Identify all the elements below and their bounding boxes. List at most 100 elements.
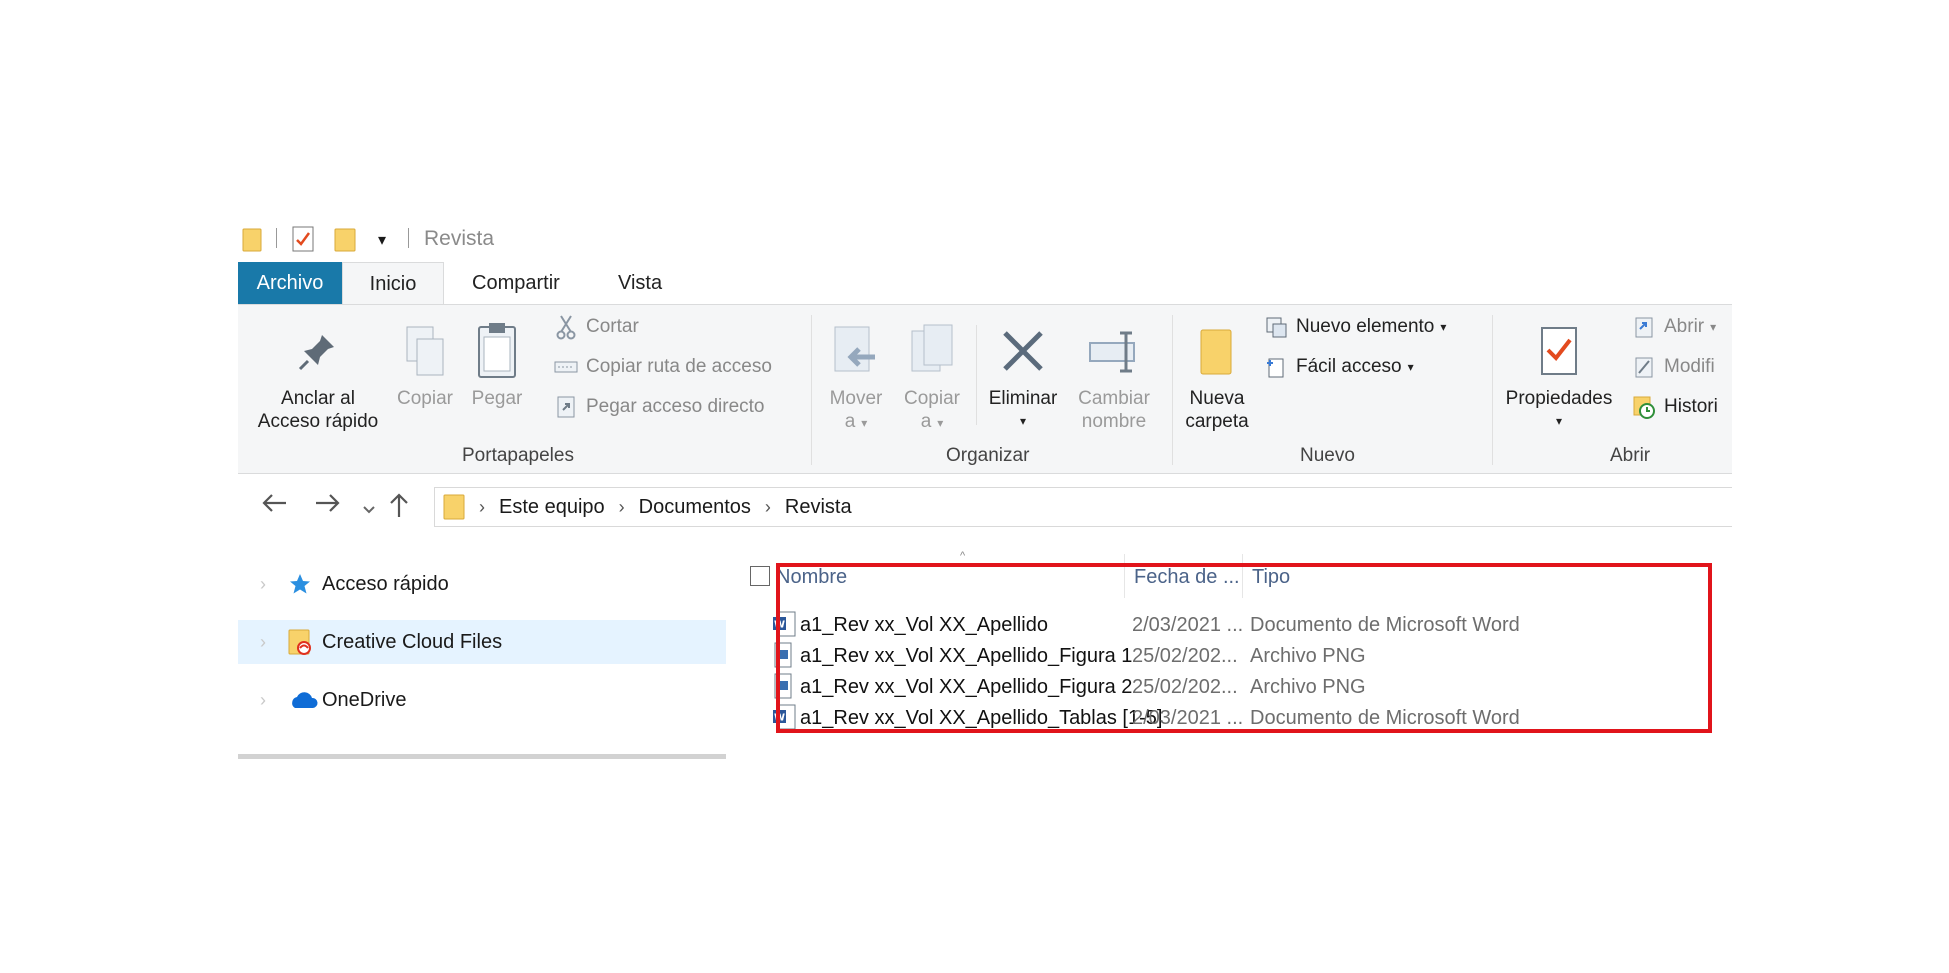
clipboard-icon [466,319,528,383]
nav-pane-scrollbar[interactable] [238,754,726,759]
file-name: a1_Rev xx_Vol XX_Apellido_Figura 2 [800,676,1133,698]
column-header-name[interactable]: Nombre [776,566,847,589]
tab-compartir[interactable]: Compartir [450,262,582,304]
tab-archivo[interactable]: Archivo [238,262,342,304]
copy-to-button[interactable]: Copiar a ▾ [898,319,966,435]
file-date: 2/03/2021 ... [1132,614,1244,636]
tab-vista[interactable]: Vista [596,262,684,304]
nav-item-onedrive[interactable]: › OneDrive [238,678,726,722]
copy-path-label: Copiar ruta de acceso [586,356,772,377]
breadcrumb-separator: › [479,496,485,517]
separator [276,228,277,248]
file-name: a1_Rev xx_Vol XX_Apellido_Tablas [1-5] [800,707,1163,729]
file-date: 25/02/202... [1132,676,1238,698]
new-folder-button[interactable]: Nueva carpeta [1178,319,1256,433]
properties-quick-icon[interactable] [292,226,314,257]
breadcrumb-separator: › [764,496,771,517]
properties-button[interactable]: Propiedades ▾ [1500,319,1618,433]
move-to-label-line1: Mover [829,388,883,409]
ribbon-panel: Anclar al Acceso rápido Copiar Pegar Cor… [238,304,1732,474]
folder-icon [443,493,465,521]
rename-label-line1: Cambiar [1078,388,1150,409]
breadcrumb-documentos[interactable]: Documentos [639,496,751,519]
copy-to-icon [898,319,966,383]
breadcrumb-revista[interactable]: Revista [785,496,852,519]
easy-access-icon [1264,355,1288,379]
nav-item-quick-access[interactable]: › Acceso rápido [238,562,726,606]
copy-button[interactable]: Copiar [390,319,460,410]
column-divider[interactable] [1242,554,1243,598]
open-button[interactable]: Abrir ▾ [1632,315,1716,339]
copy-to-label-line2: a ▾ [920,411,944,432]
pin-label-line1: Anclar al [281,388,355,409]
group-separator [1172,315,1173,465]
address-bar[interactable]: › Este equipo › Documentos › Revista [434,487,1732,527]
new-item-icon [1264,315,1288,339]
chevron-right-icon[interactable]: › [238,574,288,595]
nav-item-label: Acceso rápido [322,572,449,595]
pin-label-line2: Acceso rápido [257,411,379,432]
sort-ascending-icon: ^ [960,550,966,562]
navigation-pane: › Acceso rápido › Creative Cloud Files ›… [238,554,726,764]
chevron-right-icon[interactable]: › [238,632,288,653]
new-folder-label-line2: carpeta [1185,411,1249,432]
ribbon-tabs: Archivo Inicio Compartir Vista [238,262,1732,306]
svg-text:W: W [774,620,785,631]
forward-arrow-icon[interactable] [314,491,342,522]
edit-icon [1632,355,1656,379]
creative-cloud-folder-icon [288,628,322,656]
move-to-button[interactable]: Mover a ▾ [824,319,888,435]
group-label-nuevo: Nuevo [1300,445,1355,466]
file-type: Archivo PNG [1250,676,1366,698]
pin-icon [252,319,384,383]
customize-toolbar-dropdown-icon[interactable]: ▾ [378,230,386,250]
breadcrumb-este-equipo[interactable]: Este equipo [499,496,605,519]
nav-item-label: OneDrive [322,688,407,711]
file-explorer-window: ▾ Revista Archivo Inicio Compartir Vista… [238,218,1732,768]
onedrive-cloud-icon [288,690,322,710]
copy-to-label-line1: Copiar [904,388,960,409]
properties-dropdown-icon: ▾ [1555,414,1563,428]
delete-button[interactable]: Eliminar ▾ [982,319,1064,433]
column-header-date[interactable]: Fecha de ... [1134,566,1240,589]
back-arrow-icon[interactable] [260,491,288,522]
file-name: a1_Rev xx_Vol XX_Apellido [800,614,1048,636]
easy-access-button[interactable]: Fácil acceso ▾ [1264,355,1414,379]
paste-button[interactable]: Pegar [466,319,528,410]
nav-item-creative-cloud-files[interactable]: › Creative Cloud Files [238,620,726,664]
group-separator [1492,315,1493,465]
new-item-label: Nuevo elemento [1296,316,1435,337]
file-type: Documento de Microsoft Word [1250,707,1520,729]
cut-button[interactable]: Cortar [554,315,639,340]
up-arrow-icon[interactable] [386,491,412,526]
table-row[interactable]: W a1_Rev xx_Vol XX_Apellido_Tablas [1-5]… [752,699,1732,737]
group-label-organizar: Organizar [946,445,1030,466]
tab-inicio[interactable]: Inicio [342,262,444,306]
navigation-bar: › Este equipo › Documentos › Revista [238,473,1732,537]
delete-label: Eliminar [988,388,1058,409]
chevron-right-icon[interactable]: › [238,690,288,711]
history-label: Histori [1664,396,1718,417]
history-button[interactable]: Histori [1632,395,1718,419]
paste-shortcut-button[interactable]: Pegar acceso directo [554,395,765,419]
file-name: a1_Rev xx_Vol XX_Apellido_Figura 1 [800,645,1133,667]
edit-button[interactable]: Modifi [1632,355,1715,379]
rename-button[interactable]: Cambiar nombre [1072,319,1156,433]
group-label-portapapeles: Portapapeles [462,445,574,466]
move-to-icon [824,319,888,383]
pin-quick-access-button[interactable]: Anclar al Acceso rápido [252,319,384,433]
column-header-type[interactable]: Tipo [1252,566,1290,589]
paste-shortcut-label: Pegar acceso directo [586,396,765,417]
word-doc-icon: W [772,704,796,736]
scissors-icon [554,315,578,340]
new-folder-quick-icon[interactable] [334,226,356,257]
folder-icon[interactable] [242,226,262,257]
copy-path-button[interactable]: Copiar ruta de acceso [554,355,772,379]
select-all-checkbox[interactable] [750,566,770,586]
delete-x-icon [982,319,1064,383]
title-bar: ▾ Revista [238,218,1732,258]
new-item-button[interactable]: Nuevo elemento ▾ [1264,315,1446,339]
column-divider[interactable] [1124,554,1125,598]
edit-label: Modifi [1664,356,1715,377]
recent-locations-chevron-icon[interactable] [362,495,376,523]
